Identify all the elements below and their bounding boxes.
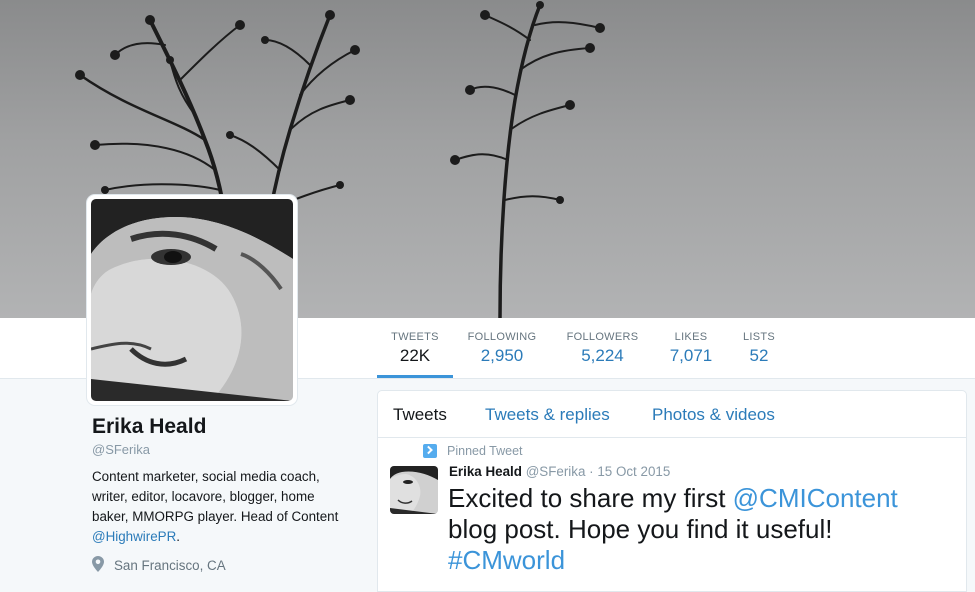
- tab-tweets-replies[interactable]: Tweets & replies: [485, 405, 610, 425]
- tweet-author-handle[interactable]: @SFerika: [526, 464, 586, 479]
- profile-avatar[interactable]: [87, 195, 297, 405]
- stat-lists[interactable]: LISTS 52: [738, 318, 780, 378]
- bio-text-end: .: [176, 529, 181, 544]
- stat-value: 5,224: [581, 346, 624, 365]
- timeline-tabs: Tweets Tweets & replies Photos & videos: [378, 391, 966, 438]
- stat-followers[interactable]: FOLLOWERS 5,224: [562, 318, 643, 378]
- tweet-hashtag-link[interactable]: #CMworld: [448, 545, 565, 575]
- stat-likes[interactable]: LIKES 7,071: [664, 318, 718, 378]
- tweet-separator: ·: [585, 464, 598, 479]
- tweet-avatar[interactable]: [390, 466, 438, 514]
- bio-mention-link[interactable]: @HighwirePR: [92, 529, 176, 544]
- bio-text: Content marketer, social media coach, wr…: [92, 469, 339, 524]
- tweet-date[interactable]: 15 Oct 2015: [597, 464, 670, 479]
- stat-label: FOLLOWING: [467, 331, 537, 343]
- tweet-text-part: blog post. Hope you find it useful!: [448, 514, 833, 544]
- profile-handle[interactable]: @SFerika: [92, 442, 354, 457]
- stat-value: 22K: [399, 346, 431, 365]
- profile-name[interactable]: Erika Heald: [92, 414, 354, 440]
- profile-bio: Content marketer, social media coach, wr…: [92, 467, 354, 547]
- location-text: San Francisco, CA: [114, 558, 226, 573]
- timeline-panel: Tweets Tweets & replies Photos & videos …: [377, 390, 967, 592]
- tweet-text: Excited to share my first @CMIContent bl…: [448, 483, 948, 576]
- pin-icon: [423, 444, 437, 458]
- stat-following[interactable]: FOLLOWING 2,950: [463, 318, 541, 378]
- stat-value: 2,950: [480, 346, 524, 365]
- location-pin-icon: [92, 556, 106, 575]
- stat-label: FOLLOWERS: [566, 331, 639, 343]
- tab-photos-videos[interactable]: Photos & videos: [652, 405, 775, 425]
- tab-tweets[interactable]: Tweets: [393, 405, 447, 425]
- tweet-header: Erika Heald @SFerika · 15 Oct 2015: [449, 464, 670, 479]
- stat-label: LISTS: [742, 331, 776, 343]
- tweet-author-name[interactable]: Erika Heald: [449, 464, 522, 479]
- stat-tweets[interactable]: TWEETS 22K: [377, 318, 453, 378]
- pinned-label: Pinned Tweet: [447, 444, 523, 458]
- tweet-mention-link[interactable]: @CMIContent: [733, 483, 898, 513]
- profile-location: San Francisco, CA: [92, 556, 354, 575]
- pinned-tweet-context: Pinned Tweet: [423, 444, 523, 458]
- stat-value: 7,071: [669, 346, 713, 365]
- stat-label: TWEETS: [391, 331, 439, 343]
- stat-label: LIKES: [674, 331, 708, 343]
- profile-info: Erika Heald @SFerika Content marketer, s…: [92, 414, 354, 575]
- tweet-text-part: Excited to share my first: [448, 483, 733, 513]
- stat-value: 52: [749, 346, 769, 365]
